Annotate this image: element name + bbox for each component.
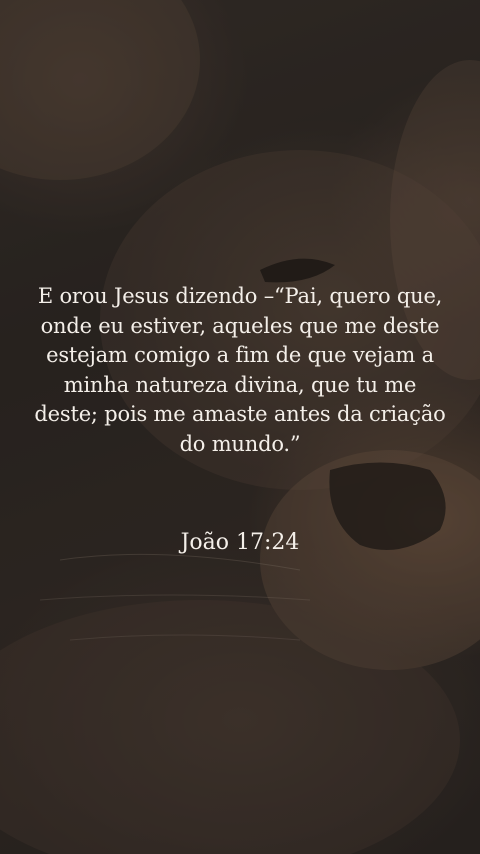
verse-reference: João 17:24 <box>180 530 300 555</box>
verse-text: E orou Jesus dizendo –“Pai, quero que, o… <box>34 284 446 456</box>
wallpaper-screen: E orou Jesus dizendo –“Pai, quero que, o… <box>0 0 480 854</box>
